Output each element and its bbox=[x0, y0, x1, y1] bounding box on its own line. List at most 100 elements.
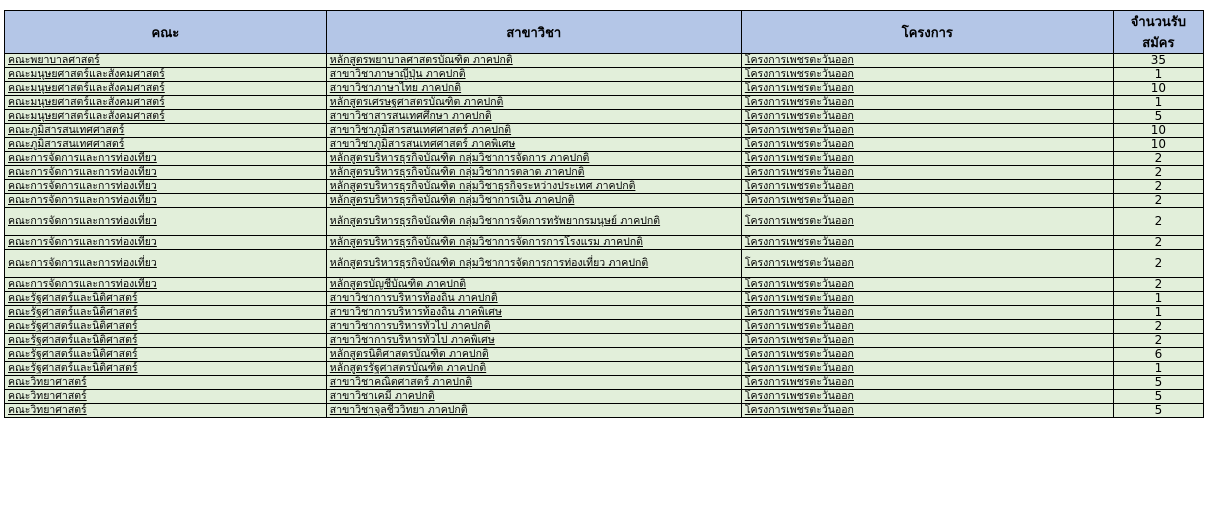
header-faculty[interactable]: คณะ bbox=[4, 10, 327, 54]
cell-program[interactable]: หลักสูตรเศรษฐศาสตรบัณฑิต ภาคปกติ bbox=[325, 95, 742, 110]
cell-program[interactable]: สาขาวิชาการบริหารท้องถิ่น ภาคปกติ bbox=[325, 291, 742, 306]
cell-project[interactable]: โครงการเพชรตะวันออก bbox=[740, 109, 1114, 124]
cell-faculty[interactable]: คณะมนุษยศาสตร์และสังคมศาสตร์ bbox=[4, 67, 327, 82]
cell-faculty[interactable]: คณะรัฐศาสตร์และนิติศาสตร์ bbox=[4, 347, 327, 362]
cell-faculty[interactable]: คณะรัฐศาสตร์และนิติศาสตร์ bbox=[4, 305, 327, 320]
cell-faculty[interactable]: คณะมนุษยศาสตร์และสังคมศาสตร์ bbox=[4, 109, 327, 124]
cell-faculty[interactable]: คณะการจัดการและการท่องเที่ยว bbox=[4, 165, 327, 180]
cell-project[interactable]: โครงการเพชรตะวันออก bbox=[740, 291, 1114, 306]
table-row[interactable]: คณะพยาบาลศาสตร์ หลักสูตรพยาบาลศาสตรบัณฑิต… bbox=[4, 53, 1205, 68]
cell-program[interactable]: หลักสูตรบริหารธุรกิจบัณฑิต กลุ่มวิชาการจ… bbox=[325, 151, 742, 166]
cell-faculty[interactable]: คณะรัฐศาสตร์และนิติศาสตร์ bbox=[4, 319, 327, 334]
table-row[interactable]: คณะการจัดการและการท่องเที่ยว หลักสูตรบริห… bbox=[4, 165, 1205, 180]
cell-program[interactable]: หลักสูตรพยาบาลศาสตรบัณฑิต ภาคปกติ bbox=[325, 53, 742, 68]
table-row[interactable]: คณะมนุษยศาสตร์และสังคมศาสตร์ สาขาวิชาสารส… bbox=[4, 109, 1205, 124]
table-row[interactable]: คณะรัฐศาสตร์และนิติศาสตร์ สาขาวิชาการบริห… bbox=[4, 291, 1205, 306]
header-count[interactable]: จำนวนรับสมัคร bbox=[1112, 10, 1205, 54]
cell-faculty[interactable]: คณะวิทยาศาสตร์ bbox=[4, 375, 327, 390]
cell-project[interactable]: โครงการเพชรตะวันออก bbox=[740, 81, 1114, 96]
cell-faculty[interactable]: คณะการจัดการและการท่องเที่ยว bbox=[4, 193, 327, 208]
cell-program[interactable]: สาขาวิชาการบริหารทั่วไป ภาคปกติ bbox=[325, 319, 742, 334]
cell-faculty[interactable]: คณะวิทยาศาสตร์ bbox=[4, 389, 327, 404]
cell-count[interactable]: 2 bbox=[1112, 235, 1205, 250]
cell-program[interactable]: สาขาวิชาภาษาไทย ภาคปกติ bbox=[325, 81, 742, 96]
cell-project[interactable]: โครงการเพชรตะวันออก bbox=[740, 333, 1114, 348]
table-row[interactable]: คณะวิทยาศาสตร์ สาขาวิชาคณิตศาสตร์ ภาคปกติ… bbox=[4, 375, 1205, 390]
cell-faculty[interactable]: คณะการจัดการและการท่องเที่ยว bbox=[4, 207, 327, 236]
cell-faculty[interactable]: คณะการจัดการและการท่องเที่ยว bbox=[4, 235, 327, 250]
cell-faculty[interactable]: คณะมนุษยศาสตร์และสังคมศาสตร์ bbox=[4, 81, 327, 96]
cell-faculty[interactable]: คณะการจัดการและการท่องเที่ยว bbox=[4, 151, 327, 166]
cell-program[interactable]: หลักสูตรบริหารธุรกิจบัณฑิต กลุ่มวิชาธุรก… bbox=[325, 179, 742, 194]
header-program[interactable]: สาขาวิชา bbox=[325, 10, 742, 54]
cell-project[interactable]: โครงการเพชรตะวันออก bbox=[740, 305, 1114, 320]
cell-count[interactable]: 10 bbox=[1112, 81, 1205, 96]
cell-program[interactable]: หลักสูตรบริหารธุรกิจบัณฑิต กลุ่มวิชาการจ… bbox=[325, 235, 742, 250]
cell-program[interactable]: หลักสูตรบริหารธุรกิจบัณฑิต กลุ่มวิชาการต… bbox=[325, 165, 742, 180]
cell-count[interactable]: 1 bbox=[1112, 305, 1205, 320]
cell-project[interactable]: โครงการเพชรตะวันออก bbox=[740, 249, 1114, 278]
cell-project[interactable]: โครงการเพชรตะวันออก bbox=[740, 235, 1114, 250]
cell-faculty[interactable]: คณะการจัดการและการท่องเที่ยว bbox=[4, 277, 327, 292]
cell-count[interactable]: 5 bbox=[1112, 403, 1205, 418]
cell-project[interactable]: โครงการเพชรตะวันออก bbox=[740, 95, 1114, 110]
cell-count[interactable]: 5 bbox=[1112, 389, 1205, 404]
cell-project[interactable]: โครงการเพชรตะวันออก bbox=[740, 53, 1114, 68]
table-row[interactable]: คณะภูมิสารสนเทศศาสตร์ สาขาวิชาภูมิสารสนเท… bbox=[4, 123, 1205, 138]
cell-count[interactable]: 2 bbox=[1112, 165, 1205, 180]
cell-project[interactable]: โครงการเพชรตะวันออก bbox=[740, 193, 1114, 208]
header-project[interactable]: โครงการ bbox=[740, 10, 1114, 54]
cell-count[interactable]: 10 bbox=[1112, 123, 1205, 138]
table-row[interactable]: คณะรัฐศาสตร์และนิติศาสตร์ หลักสูตรนิติศาส… bbox=[4, 347, 1205, 362]
table-row[interactable]: คณะการจัดการและการท่องเที่ยว หลักสูตรบริห… bbox=[4, 179, 1205, 194]
cell-program[interactable]: หลักสูตรบริหารธุรกิจบัณฑิต กลุ่มวิชาการจ… bbox=[325, 249, 742, 278]
table-row[interactable]: คณะวิทยาศาสตร์ สาขาวิชาจุลชีววิทยา ภาคปกต… bbox=[4, 403, 1205, 418]
cell-count[interactable]: 2 bbox=[1112, 319, 1205, 334]
cell-project[interactable]: โครงการเพชรตะวันออก bbox=[740, 277, 1114, 292]
table-row[interactable]: คณะภูมิสารสนเทศศาสตร์ สาขาวิชาภูมิสารสนเท… bbox=[4, 137, 1205, 152]
cell-count[interactable]: 6 bbox=[1112, 347, 1205, 362]
cell-program[interactable]: สาขาวิชาจุลชีววิทยา ภาคปกติ bbox=[325, 403, 742, 418]
table-row[interactable]: คณะการจัดการและการท่องเที่ยว หลักสูตรบริห… bbox=[4, 235, 1205, 250]
cell-project[interactable]: โครงการเพชรตะวันออก bbox=[740, 165, 1114, 180]
cell-faculty[interactable]: คณะพยาบาลศาสตร์ bbox=[4, 53, 327, 68]
cell-project[interactable]: โครงการเพชรตะวันออก bbox=[740, 347, 1114, 362]
cell-count[interactable]: 1 bbox=[1112, 67, 1205, 82]
cell-project[interactable]: โครงการเพชรตะวันออก bbox=[740, 361, 1114, 376]
cell-faculty[interactable]: คณะภูมิสารสนเทศศาสตร์ bbox=[4, 123, 327, 138]
cell-faculty[interactable]: คณะมนุษยศาสตร์และสังคมศาสตร์ bbox=[4, 95, 327, 110]
cell-program[interactable]: สาขาวิชาเคมี ภาคปกติ bbox=[325, 389, 742, 404]
cell-program[interactable]: หลักสูตรบัญชีบัณฑิต ภาคปกติ bbox=[325, 277, 742, 292]
cell-project[interactable]: โครงการเพชรตะวันออก bbox=[740, 123, 1114, 138]
cell-faculty[interactable]: คณะรัฐศาสตร์และนิติศาสตร์ bbox=[4, 333, 327, 348]
table-row[interactable]: คณะมนุษยศาสตร์และสังคมศาสตร์ สาขาวิชาภาษา… bbox=[4, 81, 1205, 96]
table-row[interactable]: คณะวิทยาศาสตร์ สาขาวิชาเคมี ภาคปกติ โครงกา… bbox=[4, 389, 1205, 404]
cell-program[interactable]: สาขาวิชาภูมิสารสนเทศศาสตร์ ภาคพิเศษ bbox=[325, 137, 742, 152]
cell-count[interactable]: 1 bbox=[1112, 95, 1205, 110]
cell-count[interactable]: 2 bbox=[1112, 179, 1205, 194]
cell-count[interactable]: 2 bbox=[1112, 151, 1205, 166]
cell-count[interactable]: 5 bbox=[1112, 109, 1205, 124]
cell-project[interactable]: โครงการเพชรตะวันออก bbox=[740, 67, 1114, 82]
cell-faculty[interactable]: คณะการจัดการและการท่องเที่ยว bbox=[4, 179, 327, 194]
table-row[interactable]: คณะการจัดการและการท่องเที่ยว หลักสูตรบริห… bbox=[4, 193, 1205, 208]
cell-faculty[interactable]: คณะรัฐศาสตร์และนิติศาสตร์ bbox=[4, 291, 327, 306]
cell-count[interactable]: 2 bbox=[1112, 277, 1205, 292]
cell-count[interactable]: 2 bbox=[1112, 333, 1205, 348]
table-row[interactable]: คณะรัฐศาสตร์และนิติศาสตร์ สาขาวิชาการบริห… bbox=[4, 305, 1205, 320]
cell-faculty[interactable]: คณะภูมิสารสนเทศศาสตร์ bbox=[4, 137, 327, 152]
table-row[interactable]: คณะมนุษยศาสตร์และสังคมศาสตร์ สาขาวิชาภาษา… bbox=[4, 67, 1205, 82]
cell-program[interactable]: หลักสูตรรัฐศาสตรบัณฑิต ภาคปกติ bbox=[325, 361, 742, 376]
cell-project[interactable]: โครงการเพชรตะวันออก bbox=[740, 375, 1114, 390]
table-row[interactable]: คณะการจัดการและการท่องเที่ยว หลักสูตรบริห… bbox=[4, 249, 1205, 278]
cell-count[interactable]: 5 bbox=[1112, 375, 1205, 390]
cell-program[interactable]: หลักสูตรบริหารธุรกิจบัณฑิต กลุ่มวิชาการเ… bbox=[325, 193, 742, 208]
cell-project[interactable]: โครงการเพชรตะวันออก bbox=[740, 207, 1114, 236]
cell-project[interactable]: โครงการเพชรตะวันออก bbox=[740, 137, 1114, 152]
table-row[interactable]: คณะรัฐศาสตร์และนิติศาสตร์ หลักสูตรรัฐศาสต… bbox=[4, 361, 1205, 376]
cell-count[interactable]: 2 bbox=[1112, 193, 1205, 208]
cell-program[interactable]: สาขาวิชาการบริหารทั่วไป ภาคพิเศษ bbox=[325, 333, 742, 348]
cell-program[interactable]: สาขาวิชาการบริหารท้องถิ่น ภาคพิเศษ bbox=[325, 305, 742, 320]
table-row[interactable]: คณะการจัดการและการท่องเที่ยว หลักสูตรบริห… bbox=[4, 207, 1205, 236]
cell-count[interactable]: 2 bbox=[1112, 207, 1205, 236]
